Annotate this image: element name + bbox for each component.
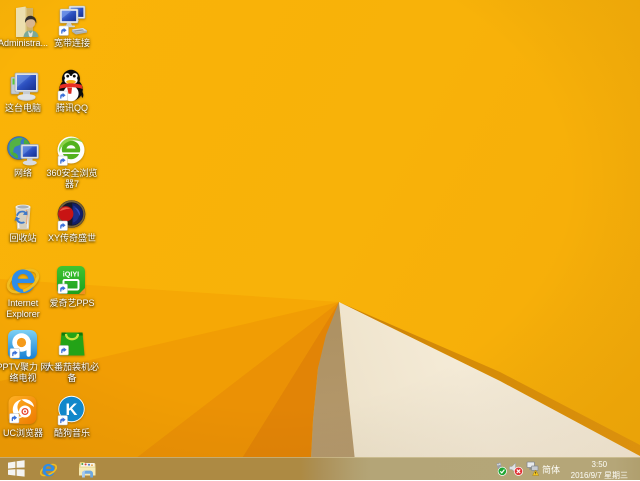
svg-text:iQIYI: iQIYI <box>63 270 79 279</box>
